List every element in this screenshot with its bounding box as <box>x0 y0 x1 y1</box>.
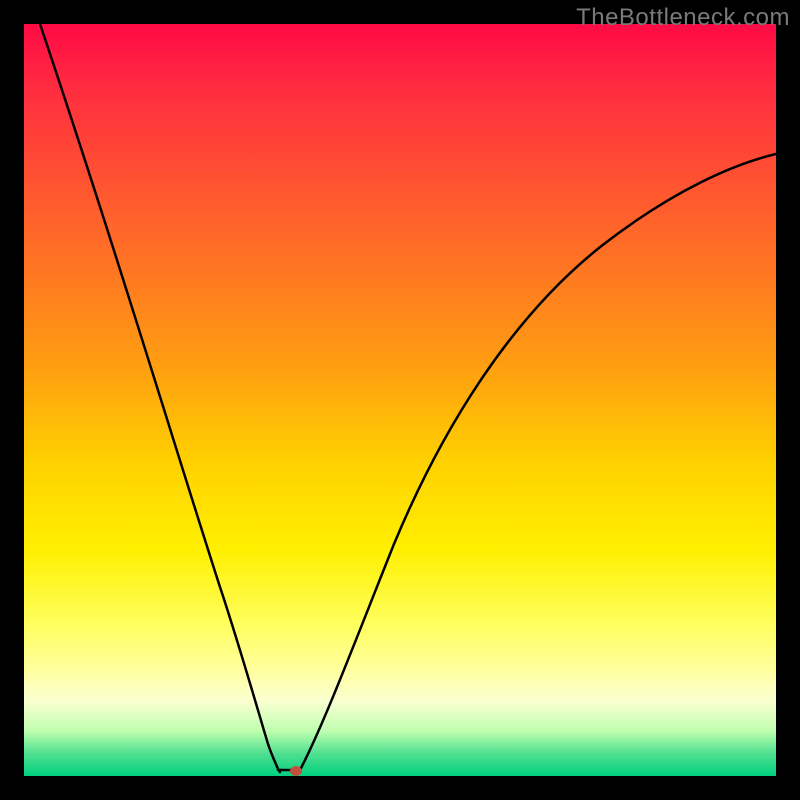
minimum-marker-icon <box>290 766 302 776</box>
plot-area <box>24 24 776 776</box>
bottleneck-curve <box>24 24 776 776</box>
chart-frame: TheBottleneck.com <box>0 0 800 800</box>
watermark-text: TheBottleneck.com <box>576 4 790 32</box>
